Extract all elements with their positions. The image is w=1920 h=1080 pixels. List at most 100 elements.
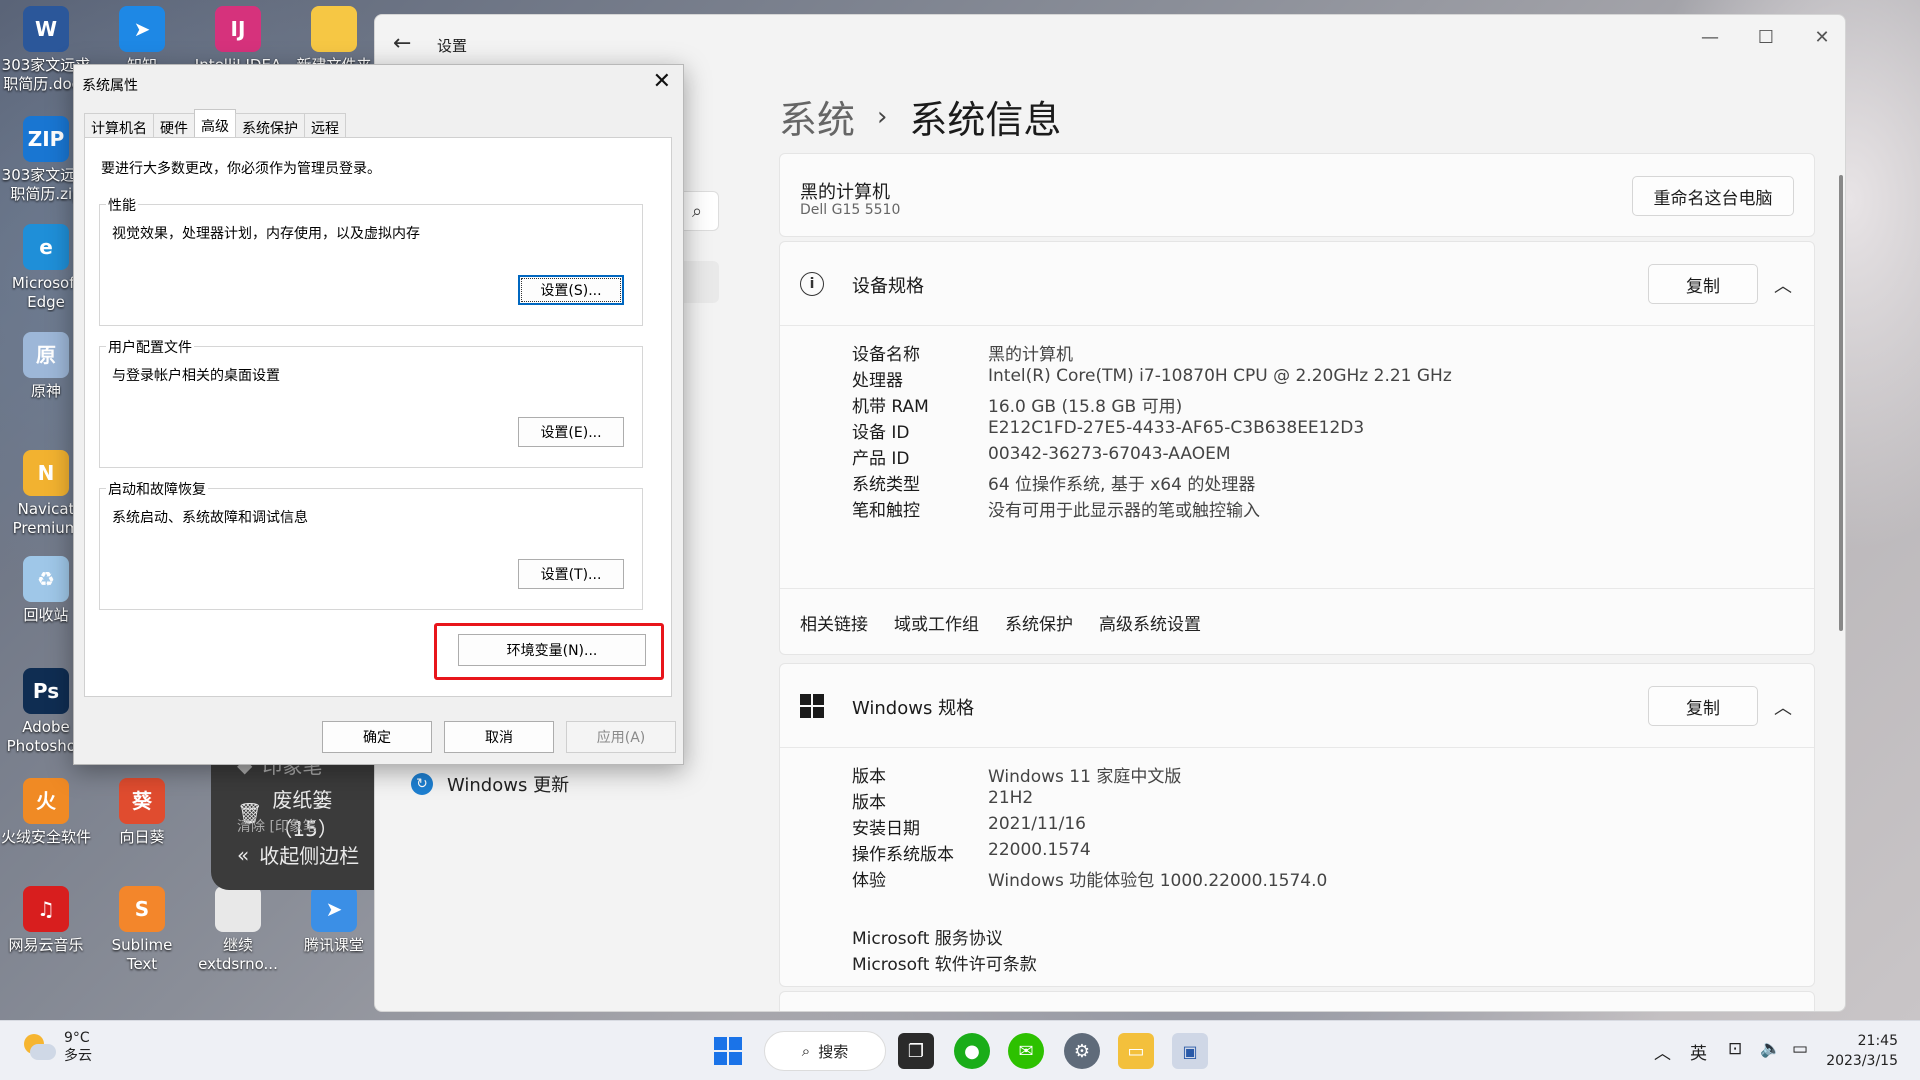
- volume-icon[interactable]: 🔈: [1760, 1039, 1781, 1059]
- performance-settings-button[interactable]: 设置(S)...: [518, 275, 624, 305]
- chevron-up-icon[interactable]: ︿: [1774, 694, 1792, 720]
- startup-recovery-settings-button[interactable]: 设置(T)...: [518, 559, 624, 589]
- app-icon: S: [119, 886, 165, 932]
- tab-computer-name[interactable]: 计算机名: [84, 113, 154, 138]
- start-button[interactable]: [710, 1033, 746, 1069]
- spec-key: 笔和触控: [852, 501, 920, 521]
- cancel-button[interactable]: 取消: [444, 721, 554, 753]
- device-spec-header[interactable]: i 设备规格 复制 ︿: [780, 242, 1814, 326]
- system-properties-dialog: 系统属性 ✕ 计算机名 硬件 高级 系统保护 远程 要进行大多数更改，你必须作为…: [73, 64, 684, 765]
- network-icon[interactable]: ⊡: [1728, 1039, 1742, 1059]
- nav-item-windows-update[interactable]: ↻ Windows 更新: [411, 771, 569, 797]
- back-arrow-icon[interactable]: ←: [393, 31, 411, 56]
- related-links-label: 相关链接: [800, 615, 868, 635]
- user-profile-group: 用户配置文件 与登录帐户相关的桌面设置 设置(E)...: [99, 337, 643, 468]
- windows-logo-icon: [800, 694, 824, 718]
- app-icon: 原: [23, 332, 69, 378]
- spec-value: Intel(R) Core(TM) i7-10870H CPU @ 2.20GH…: [988, 366, 1452, 386]
- user-profile-title: 用户配置文件: [106, 337, 194, 357]
- spec-value: 00342-36273-67043-AAOEM: [988, 444, 1231, 464]
- weather-temp: 9°C: [64, 1030, 90, 1046]
- spec-key: 操作系统版本: [852, 845, 954, 865]
- spec-key: 设备 ID: [852, 423, 910, 443]
- app-icon: IJ: [215, 6, 261, 52]
- user-profile-settings-button[interactable]: 设置(E)...: [518, 417, 624, 447]
- chevron-up-icon[interactable]: ︿: [1774, 272, 1792, 298]
- breadcrumb-parent[interactable]: 系统: [779, 89, 855, 144]
- spec-row: 笔和触控 没有可用于此显示器的笔或触控输入: [852, 496, 1260, 521]
- desktop-icon[interactable]: S Sublime Text: [96, 886, 188, 974]
- desktop-icon[interactable]: 继续 extdsrno...: [192, 886, 284, 974]
- app-icon: [311, 6, 357, 52]
- tab-remote[interactable]: 远程: [304, 113, 346, 138]
- chevron-right-icon: ›: [877, 101, 888, 132]
- related-links: 相关链接 域或工作组 系统保护 高级系统设置: [800, 610, 1201, 635]
- spec-row: 处理器 Intel(R) Core(TM) i7-10870H CPU @ 2.2…: [852, 366, 1452, 391]
- spec-row: 机带 RAM 16.0 GB (15.8 GB 可用): [852, 392, 1182, 417]
- ms-license-terms-link[interactable]: Microsoft 软件许可条款: [852, 950, 1037, 975]
- page-title: 系统信息: [909, 98, 1062, 142]
- weather-widget[interactable]: 9°C 多云: [22, 1029, 92, 1065]
- system-properties-taskbar-icon[interactable]: ▣: [1172, 1033, 1208, 1069]
- spec-key: 机带 RAM: [852, 397, 929, 417]
- close-icon[interactable]: ✕: [1799, 27, 1845, 48]
- app-icon: e: [23, 224, 69, 270]
- task-view-icon[interactable]: ❐: [898, 1033, 934, 1069]
- spec-value: Windows 11 家庭中文版: [988, 767, 1182, 787]
- tab-advanced[interactable]: 高级: [194, 109, 236, 139]
- desktop-icon[interactable]: 火火绒安全软件: [0, 778, 92, 866]
- dialog-tabs: 计算机名 硬件 高级 系统保护 远程: [84, 109, 346, 139]
- link-system-protection[interactable]: 系统保护: [1005, 610, 1073, 635]
- startup-recovery-title: 启动和故障恢复: [106, 479, 208, 499]
- chat-app-icon[interactable]: ●: [954, 1033, 990, 1069]
- spec-value: 没有可用于此显示器的笔或触控输入: [988, 501, 1260, 521]
- pc-model: Dell G15 5510: [800, 202, 901, 218]
- link-domain-workgroup[interactable]: 域或工作组: [894, 610, 979, 635]
- spec-value: 2021/11/16: [988, 814, 1086, 834]
- desktop-icon[interactable]: ➤ 腾讯课堂: [288, 886, 380, 974]
- date: 2023/3/15: [1826, 1053, 1898, 1069]
- settings-title: 设置: [437, 37, 468, 55]
- settings-gear-icon[interactable]: ⚙: [1064, 1033, 1100, 1069]
- ms-service-agreement-link[interactable]: Microsoft 服务协议: [852, 924, 1003, 949]
- tab-hardware[interactable]: 硬件: [153, 113, 195, 138]
- app-icon: ZIP: [23, 116, 69, 162]
- weather-desc: 多云: [64, 1048, 92, 1064]
- desktop-icon-label: Sublime Text: [111, 936, 173, 973]
- clock[interactable]: 21:45 2023/3/15: [1826, 1031, 1898, 1071]
- environment-variables-button[interactable]: 环境变量(N)...: [458, 634, 646, 666]
- info-icon: i: [800, 272, 824, 296]
- device-spec-card: i 设备规格 复制 ︿ 设备名称 黑的计算机 处理器 Intel(R) Core(TM…: [779, 241, 1815, 655]
- windows-spec-header[interactable]: Windows 规格 复制 ︿: [780, 664, 1814, 748]
- performance-desc: 视觉效果，处理器计划，内存使用，以及虚拟内存: [112, 226, 420, 242]
- note-item-clear[interactable]: 清除 [印象笔: [237, 816, 317, 836]
- windows-spec-title: Windows 规格: [852, 698, 975, 719]
- maximize-icon[interactable]: ☐: [1743, 27, 1789, 48]
- battery-icon[interactable]: ▭: [1792, 1039, 1808, 1059]
- breadcrumb: 系统 › 系统信息: [779, 89, 1061, 144]
- refresh-icon: ↻: [411, 773, 433, 795]
- file-explorer-icon[interactable]: ▭: [1118, 1033, 1154, 1069]
- taskbar-search[interactable]: ⌕ 搜索: [764, 1031, 886, 1071]
- copy-device-spec-button[interactable]: 复制: [1648, 264, 1758, 304]
- link-advanced-system-settings[interactable]: 高级系统设置: [1099, 610, 1201, 635]
- user-profile-desc: 与登录帐户相关的桌面设置: [112, 368, 280, 384]
- wechat-icon[interactable]: ✉: [1008, 1033, 1044, 1069]
- copy-windows-spec-button[interactable]: 复制: [1648, 686, 1758, 726]
- performance-title: 性能: [106, 195, 138, 215]
- rename-pc-button[interactable]: 重命名这台电脑: [1632, 176, 1794, 216]
- collapse-sidebar[interactable]: « 收起侧边栏: [237, 840, 359, 869]
- minimize-icon[interactable]: —: [1687, 27, 1733, 48]
- scrollbar[interactable]: [1839, 175, 1843, 631]
- performance-group: 性能 视觉效果，处理器计划，内存使用，以及虚拟内存 设置(S)...: [99, 195, 643, 326]
- spec-key: 版本: [852, 793, 886, 813]
- desktop-icon[interactable]: 葵向日葵: [96, 778, 188, 866]
- close-icon[interactable]: ✕: [653, 69, 671, 94]
- desktop-icon[interactable]: ♫ 网易云音乐: [0, 886, 92, 974]
- tab-system-protection[interactable]: 系统保护: [235, 113, 305, 138]
- taskbar: 9°C 多云 ⌕ 搜索 ❐ ● ✉ ⚙ ▭ ▣ ︿ 英 ⊡ 🔈 ▭ 21:45 …: [0, 1020, 1920, 1080]
- chevron-up-icon[interactable]: ︿: [1654, 1039, 1671, 1064]
- ime-indicator[interactable]: 英: [1690, 1039, 1707, 1064]
- ok-button[interactable]: 确定: [322, 721, 432, 753]
- apply-button[interactable]: 应用(A): [566, 721, 676, 753]
